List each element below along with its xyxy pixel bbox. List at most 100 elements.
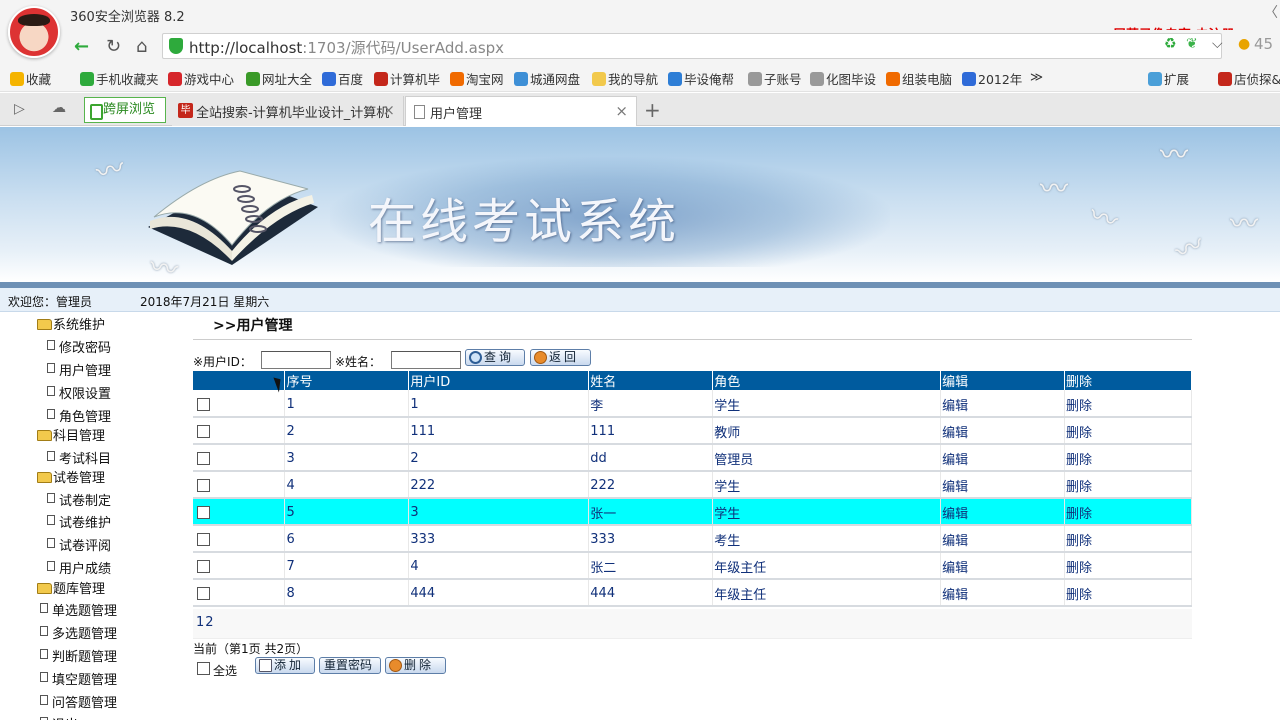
sidebar-item[interactable]: 判断题管理 bbox=[40, 646, 117, 665]
home-icon[interactable]: ⌂ bbox=[136, 36, 147, 57]
row-checkbox[interactable] bbox=[197, 479, 210, 492]
delete-link[interactable]: 删除 bbox=[1066, 507, 1092, 522]
delete-button[interactable]: 删除 bbox=[385, 657, 446, 674]
refresh-icon[interactable]: ↻ bbox=[106, 36, 121, 57]
table-row[interactable]: 6 333 333 考生 编辑 删除 bbox=[193, 525, 1192, 553]
sidebar-item[interactable]: 填空题管理 bbox=[40, 669, 117, 688]
back-button[interactable]: 返回 bbox=[530, 349, 591, 366]
table-row[interactable]: 1 1 李 学生 编辑 删除 bbox=[193, 390, 1192, 418]
table-row[interactable]: 4 222 222 学生 编辑 删除 bbox=[193, 471, 1192, 499]
row-checkbox[interactable] bbox=[197, 587, 210, 600]
sidebar-folder[interactable]: 试卷管理 bbox=[37, 467, 105, 486]
row-checkbox[interactable] bbox=[197, 506, 210, 519]
table-row[interactable]: 2 111 111 教师 编辑 删除 bbox=[193, 417, 1192, 445]
edit-link[interactable]: 编辑 bbox=[942, 588, 968, 603]
url-bar[interactable]: http://localhost:1703/源代码/UserAdd.aspx bbox=[162, 33, 1222, 59]
bookmark-item[interactable]: 百度 bbox=[322, 69, 363, 88]
table-row[interactable]: 5 3 张一 学生 编辑 删除 bbox=[193, 498, 1192, 526]
sidebar-item[interactable]: 用户管理 bbox=[47, 360, 111, 379]
bookmark-item[interactable]: 子账号 bbox=[748, 69, 802, 88]
sidebar-folder[interactable]: 科目管理 bbox=[37, 425, 105, 444]
leaf-icon[interactable]: ❦ bbox=[1186, 36, 1198, 52]
user-avatar[interactable] bbox=[8, 6, 60, 58]
tab-user-management[interactable]: 用户管理 × bbox=[405, 96, 637, 126]
sidebar-item[interactable]: 权限设置 bbox=[47, 383, 111, 402]
bookmark-item[interactable]: 扩展 bbox=[1148, 69, 1189, 88]
row-checkbox[interactable] bbox=[197, 397, 210, 411]
bookmark-item[interactable]: 组装电脑 bbox=[886, 69, 952, 88]
name-input[interactable] bbox=[391, 351, 461, 369]
sidebar-folder[interactable]: 题库管理 bbox=[37, 578, 105, 597]
table-row[interactable]: 7 4 张二 年级主任 编辑 删除 bbox=[193, 552, 1192, 580]
new-tab-button[interactable]: + bbox=[644, 98, 661, 122]
bookmark-item[interactable]: 游戏中心 bbox=[168, 69, 234, 88]
window-control[interactable]: 〈 bbox=[1264, 2, 1278, 22]
sidebar-item[interactable]: 多选题管理 bbox=[40, 623, 117, 642]
sidebar-item[interactable]: 角色管理 bbox=[47, 406, 111, 425]
sidebar-item[interactable]: 用户成绩 bbox=[47, 558, 111, 577]
pager-links[interactable]: 12 bbox=[196, 615, 215, 630]
userid-input[interactable] bbox=[261, 351, 331, 369]
add-button[interactable]: 添加 bbox=[255, 657, 315, 674]
edit-link[interactable]: 编辑 bbox=[942, 480, 968, 495]
delete-link[interactable]: 删除 bbox=[1066, 561, 1092, 576]
delete-link[interactable]: 删除 bbox=[1066, 534, 1092, 549]
row-checkbox[interactable] bbox=[197, 560, 210, 573]
sidebar-item[interactable]: 退出 bbox=[40, 714, 78, 720]
cross-screen-button[interactable]: 跨屏浏览 bbox=[84, 97, 166, 123]
select-all-checkbox[interactable] bbox=[197, 662, 210, 675]
more-bookmarks-icon[interactable]: ≫ bbox=[1030, 69, 1043, 84]
close-icon[interactable]: × bbox=[615, 102, 628, 120]
close-icon[interactable]: × bbox=[382, 101, 395, 119]
delete-link[interactable]: 删除 bbox=[1066, 588, 1092, 603]
bookmark-item[interactable]: 手机收藏夹 bbox=[80, 69, 159, 88]
cell-value: 学生 bbox=[714, 480, 741, 495]
bookmark-item[interactable]: 毕设俺帮 bbox=[668, 69, 734, 88]
row-checkbox[interactable] bbox=[197, 533, 210, 546]
bookmark-item[interactable]: 网址大全 bbox=[246, 69, 312, 88]
edit-link[interactable]: 编辑 bbox=[942, 399, 968, 414]
sidebar-item[interactable]: 问答题管理 bbox=[40, 692, 117, 711]
sidebar-item[interactable]: 试卷制定 bbox=[47, 490, 111, 509]
back-arrow-icon[interactable]: ← bbox=[74, 36, 89, 57]
sidebar-toggle-icon[interactable]: ▷ bbox=[14, 101, 25, 117]
edit-link-cell: 编辑 bbox=[940, 498, 1066, 526]
url-text[interactable]: http://localhost:1703/源代码/UserAdd.aspx bbox=[189, 37, 504, 58]
sidebar-item[interactable]: 单选题管理 bbox=[40, 600, 117, 619]
edit-link[interactable]: 编辑 bbox=[942, 561, 968, 576]
bookmark-item[interactable]: 2012年 bbox=[962, 69, 1022, 88]
reset-password-button[interactable]: 重置密码 bbox=[319, 657, 381, 674]
bookmark-item[interactable]: 计算机毕 bbox=[374, 69, 440, 88]
chevron-down-icon[interactable]: ⌵ bbox=[1212, 36, 1223, 52]
delete-link[interactable]: 删除 bbox=[1066, 399, 1092, 414]
bookmark-label: 手机收藏夹 bbox=[96, 72, 159, 87]
delete-link[interactable]: 删除 bbox=[1066, 480, 1092, 495]
table-row[interactable]: 8 444 444 年级主任 编辑 删除 bbox=[193, 579, 1192, 607]
bookmark-item[interactable]: 收藏 bbox=[10, 69, 51, 88]
bookmark-item[interactable]: 店侦探& bbox=[1218, 69, 1280, 88]
sidebar-item[interactable]: 考试科目 bbox=[47, 448, 111, 467]
sidebar-folder[interactable]: 系统维护 bbox=[37, 314, 105, 333]
edit-link[interactable]: 编辑 bbox=[942, 453, 968, 468]
edit-link[interactable]: 编辑 bbox=[942, 534, 968, 549]
table-row[interactable]: 3 2 dd 管理员 编辑 删除 bbox=[193, 444, 1192, 472]
recycle-icon[interactable]: ♻ bbox=[1164, 36, 1177, 52]
search-engine-icon[interactable]: ● bbox=[1238, 36, 1250, 52]
cloud-icon[interactable]: ☁ bbox=[52, 100, 66, 116]
delete-link[interactable]: 删除 bbox=[1066, 426, 1092, 441]
bookmark-item[interactable]: 淘宝网 bbox=[450, 69, 504, 88]
bi-icon: 毕 bbox=[178, 103, 193, 118]
sidebar-item[interactable]: 试卷维护 bbox=[47, 512, 111, 531]
row-checkbox[interactable] bbox=[197, 425, 210, 438]
bookmark-item[interactable]: 我的导航 bbox=[592, 69, 658, 88]
bookmark-item[interactable]: 化图毕设 bbox=[810, 69, 876, 88]
bookmark-item[interactable]: 城通网盘 bbox=[514, 69, 580, 88]
edit-link[interactable]: 编辑 bbox=[942, 507, 968, 522]
tab-search[interactable]: 毕 全站搜索-计算机毕业设计_计算机 × bbox=[172, 96, 404, 126]
query-button[interactable]: 查询 bbox=[465, 349, 525, 366]
sidebar-item[interactable]: 试卷评阅 bbox=[47, 535, 111, 554]
sidebar-item[interactable]: 修改密码 bbox=[47, 337, 111, 356]
row-checkbox[interactable] bbox=[197, 452, 210, 465]
delete-link[interactable]: 删除 bbox=[1066, 453, 1092, 468]
edit-link[interactable]: 编辑 bbox=[942, 426, 968, 441]
